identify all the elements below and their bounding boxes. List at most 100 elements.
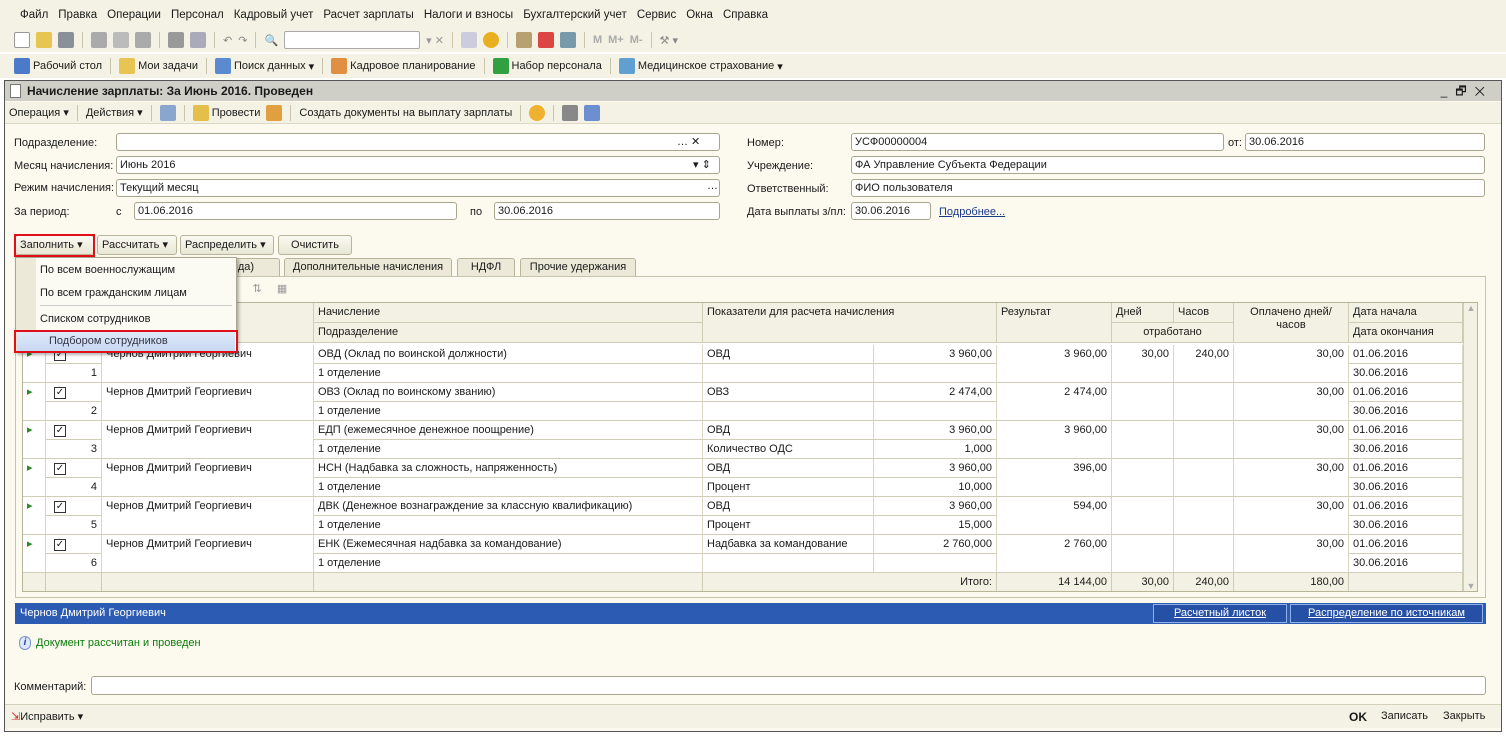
save-button[interactable]: Записать [1381, 710, 1428, 722]
operation-menu[interactable]: Операция ▾ [9, 106, 69, 119]
restore-button[interactable]: 🗗 [1455, 84, 1474, 98]
start-date: 01.06.2016 [1349, 459, 1463, 478]
close-form-button[interactable]: Закрыть [1443, 710, 1485, 722]
checklist-icon[interactable] [584, 104, 601, 121]
row-expand-icon[interactable]: ▸ [23, 497, 46, 535]
menu-item-5[interactable]: Расчет зарплаты [323, 9, 413, 30]
list-settings-icon[interactable] [562, 104, 579, 121]
accrual-type: ДВК (Денежное вознаграждение за классную… [314, 497, 703, 516]
open-icon[interactable] [36, 32, 52, 48]
actions-menu[interactable]: Действия ▾ [86, 106, 143, 119]
minimize-button[interactable]: _ [1441, 84, 1456, 98]
menu-item-10[interactable]: Справка [723, 9, 768, 30]
row-expand-icon[interactable]: ▸ [23, 421, 46, 459]
sources-link[interactable]: Распределение по источникам [1290, 604, 1483, 623]
row-expand-icon[interactable]: ▸ [23, 383, 46, 421]
redo-icon[interactable]: ↷ [238, 34, 247, 47]
calculate-button[interactable]: Рассчитать ▾ [97, 235, 177, 255]
mode-field[interactable]: Текущий месяц [116, 179, 720, 197]
menu-item-9[interactable]: Окна [686, 9, 713, 30]
create-payment-docs-button[interactable]: Создать документы на выплату зарплаты [299, 107, 512, 119]
row-expand-icon[interactable]: ▸ [23, 459, 46, 497]
menu-item-4[interactable]: Кадровый учет [234, 9, 314, 30]
fix-button[interactable]: ⇲Исправить ▾ [11, 710, 83, 723]
structure-icon[interactable] [159, 104, 176, 121]
row-checkbox[interactable]: ✓ [46, 421, 102, 440]
panel-button-0[interactable]: Рабочий стол [14, 58, 102, 74]
row-number: 6 [46, 554, 102, 573]
period-from-field[interactable]: 01.06.2016 [134, 202, 457, 220]
panel-button-2[interactable]: Поиск данных ▾ [215, 58, 314, 74]
post-button[interactable]: Провести [192, 104, 260, 121]
panel-button-1[interactable]: Мои задачи [119, 58, 198, 74]
m-plus-button[interactable]: M+ [608, 34, 624, 46]
menu-item-7[interactable]: Бухгалтерский учет [523, 9, 627, 30]
row-checkbox[interactable]: ✓ [46, 535, 102, 554]
calculator-icon[interactable] [515, 32, 532, 48]
menu-item-1[interactable]: Правка [58, 9, 97, 30]
number-field[interactable]: УСФ00000004 [851, 133, 1224, 151]
month-dropdown-icon[interactable]: ▾ ⇕ [693, 158, 711, 171]
dept-field[interactable] [116, 133, 720, 151]
print-icon[interactable] [168, 32, 184, 48]
search-icon[interactable]: 🔍 [264, 34, 278, 47]
help-icon[interactable] [529, 104, 546, 121]
panel-button-4[interactable]: Набор персонала [492, 58, 602, 74]
paydate-field[interactable]: 30.06.2016 [851, 202, 931, 220]
menu-item-all-civilians[interactable]: По всем гражданским лицам [40, 287, 187, 299]
accrual-type: ЕНК (Ежемесячная надбавка за командовани… [314, 535, 703, 554]
more-link[interactable]: Подробнее... [939, 206, 1005, 218]
settings-icon[interactable]: ⚒ ▾ [660, 34, 678, 47]
menu-item-3[interactable]: Персонал [171, 9, 224, 30]
m-minus-button[interactable]: M- [630, 34, 643, 46]
comment-field[interactable] [91, 676, 1486, 695]
indicator-name: ОВД [703, 345, 874, 364]
menu-item-6[interactable]: Налоги и взносы [424, 9, 513, 30]
save-icon[interactable] [58, 32, 74, 48]
month-field[interactable]: Июнь 2016 [116, 156, 720, 174]
info-icon[interactable] [482, 32, 499, 48]
users-icon[interactable] [559, 32, 576, 48]
preview-icon[interactable] [190, 32, 206, 48]
paid-days: 30,00 [1234, 383, 1349, 421]
panel-button-3[interactable]: Кадровое планирование [331, 58, 476, 74]
search-input[interactable] [284, 31, 421, 49]
org-field[interactable]: ФА Управление Субъекта Федерации [851, 156, 1485, 174]
m-button[interactable]: M [593, 34, 602, 46]
tab-other-deductions[interactable]: Прочие удержания [520, 258, 636, 277]
calendar-icon[interactable] [537, 32, 554, 48]
clear-button[interactable]: Очистить [278, 235, 352, 255]
payslip-link[interactable]: Расчетный листок [1153, 604, 1287, 623]
table-scrollbar[interactable]: ▲ ▼ [1463, 303, 1477, 591]
row-checkbox[interactable]: ✓ [46, 383, 102, 402]
new-icon[interactable] [14, 32, 30, 48]
row-checkbox[interactable]: ✓ [46, 497, 102, 516]
close-button[interactable]: ✕ [1475, 84, 1493, 98]
cut-icon[interactable] [91, 32, 107, 48]
undo-icon[interactable]: ↶ [223, 34, 232, 47]
menu-item-employee-list[interactable]: Списком сотрудников [40, 313, 150, 325]
search-clear-icon[interactable]: ▾ ✕ [426, 34, 444, 47]
sort-icons[interactable]: ↓ ⇅ ▦ [232, 282, 293, 295]
tab-additional[interactable]: Дополнительные начисления [284, 258, 452, 277]
row-checkbox[interactable]: ✓ [46, 459, 102, 478]
menu-item-0[interactable]: Файл [20, 9, 48, 30]
row-expand-icon[interactable]: ▸ [23, 535, 46, 573]
unpost-icon[interactable] [266, 104, 283, 121]
copy-icon[interactable] [113, 32, 129, 48]
menu-item-2[interactable]: Операции [107, 9, 161, 30]
tab-ndfl[interactable]: НДФЛ [457, 258, 515, 277]
panel-button-5[interactable]: Медицинское страхование ▾ [618, 58, 783, 74]
paste-icon[interactable] [135, 32, 151, 48]
ok-button[interactable]: OK [1349, 710, 1367, 724]
menu-item-all-military[interactable]: По всем военнослужащим [40, 264, 175, 276]
windows-icon[interactable] [460, 32, 477, 48]
hours-worked [1174, 459, 1234, 497]
menu-item-8[interactable]: Сервис [637, 9, 676, 30]
mode-select-icon[interactable]: … [707, 180, 718, 192]
responsible-field[interactable]: ФИО пользователя [851, 179, 1485, 197]
dept-select-icon[interactable]: … ✕ [677, 135, 700, 148]
distribute-button[interactable]: Распределить ▾ [180, 235, 274, 255]
date-field[interactable]: 30.06.2016 [1245, 133, 1485, 151]
period-to-field[interactable]: 30.06.2016 [494, 202, 720, 220]
